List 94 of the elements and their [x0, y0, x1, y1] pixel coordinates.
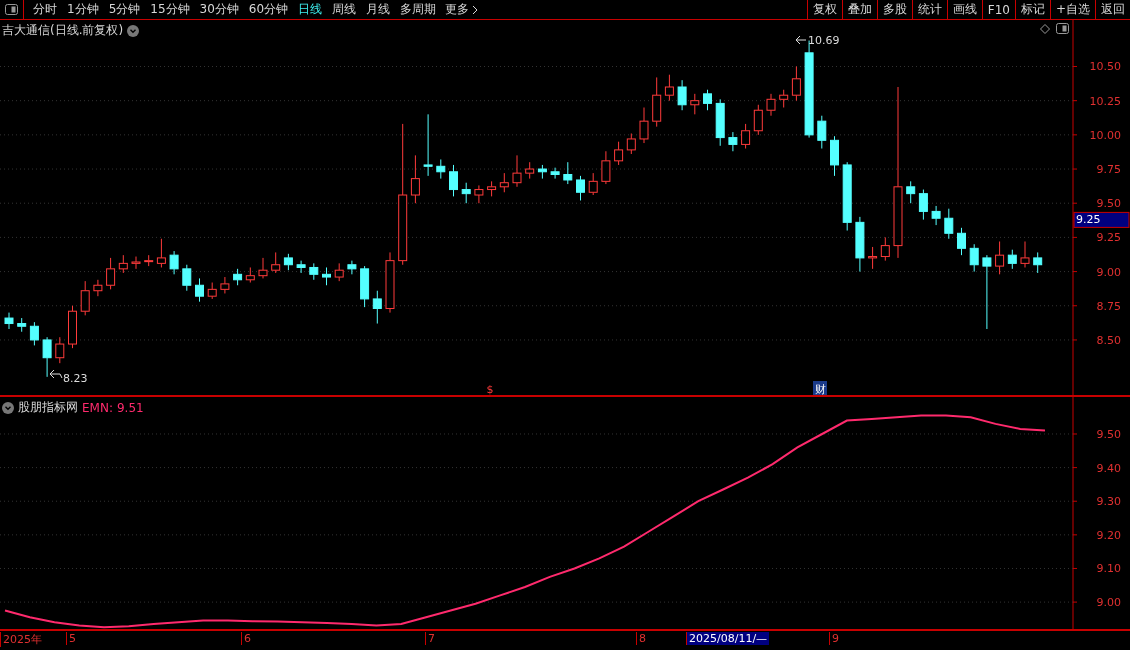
- candlestick: [258, 257, 268, 279]
- candlestick: [880, 236, 890, 262]
- period-tab[interactable]: 周线: [327, 1, 362, 18]
- candlestick: [1033, 251, 1043, 274]
- indicator-name: 股朋指标网: [18, 399, 78, 416]
- price-axis-label: 9.75: [1096, 163, 1121, 177]
- price-axis-label: 9.00: [1096, 265, 1121, 279]
- candlestick: [779, 89, 789, 109]
- candlestick: [791, 65, 801, 102]
- period-tab[interactable]: 1分钟: [62, 1, 104, 18]
- candlestick: [1020, 241, 1030, 268]
- price-axis-label: 8.75: [1096, 299, 1121, 313]
- dividend-marker[interactable]: $: [486, 383, 494, 396]
- candlestick: [131, 256, 141, 270]
- period-tab[interactable]: 月线: [361, 1, 396, 18]
- candlestick: [296, 260, 306, 274]
- panel-toggle-icon[interactable]: [1056, 23, 1069, 34]
- period-tab[interactable]: 15分钟: [145, 1, 195, 18]
- candlestick: [931, 205, 941, 226]
- more-button[interactable]: 更多: [441, 1, 483, 18]
- candlestick: [512, 154, 522, 188]
- candlestick: [677, 79, 687, 111]
- date-axis-label: 7: [425, 632, 437, 645]
- candlestick: [474, 184, 484, 204]
- candlestick: [830, 135, 839, 177]
- high-price-label: 10.69: [795, 34, 840, 47]
- candlestick: [715, 98, 725, 147]
- candlestick: [664, 74, 674, 102]
- candlestick: [906, 180, 916, 204]
- candlestick: [233, 268, 243, 286]
- candlestick: [309, 262, 319, 281]
- candlestick: [652, 76, 662, 128]
- stock-title: 吉大通信(日线.前复权): [2, 22, 124, 39]
- candlestick: [245, 266, 255, 284]
- candlestick: [868, 246, 878, 270]
- chevron-right-icon: [472, 4, 479, 15]
- candlestick: [817, 115, 827, 150]
- candlestick: [220, 276, 230, 294]
- candlestick: [423, 113, 433, 177]
- low-price-label: 8.23: [49, 369, 88, 385]
- chevron-down-icon[interactable]: [2, 401, 14, 414]
- current-price-tag: 9.25: [1073, 211, 1130, 228]
- candlestick: [969, 243, 979, 273]
- price-axis-label: 10.50: [1089, 60, 1121, 74]
- candlestick: [436, 158, 446, 180]
- candlestick: [347, 260, 357, 275]
- candlestick: [499, 172, 509, 193]
- indicator-axis-label: 9.50: [1096, 428, 1121, 441]
- chevron-down-icon[interactable]: [127, 24, 140, 37]
- indicator-axis-label: 9.30: [1096, 495, 1121, 509]
- candlestick: [753, 104, 763, 136]
- candlestick: [398, 123, 408, 266]
- candlestick: [728, 131, 738, 152]
- price-axis-label: 9.50: [1096, 197, 1121, 211]
- candlestick: [601, 150, 611, 185]
- date-axis-label: 8: [636, 632, 648, 645]
- report-marker[interactable]: 财: [813, 381, 827, 396]
- candlestick: [766, 93, 776, 117]
- price-axis-label: 8.50: [1096, 333, 1121, 347]
- period-tab[interactable]: 30分钟: [194, 1, 244, 18]
- period-tab[interactable]: 日线: [293, 1, 328, 18]
- date-axis-label: 9: [829, 632, 841, 645]
- period-tab[interactable]: 60分钟: [243, 1, 294, 18]
- candlestick: [4, 312, 14, 330]
- candlestick: [385, 251, 395, 314]
- candlestick: [944, 208, 954, 240]
- date-axis-label: 2025/08/11/—: [686, 632, 770, 645]
- candlestick: [893, 86, 903, 259]
- candlestick: [17, 317, 27, 333]
- date-axis-label: 5: [66, 632, 78, 645]
- indicator-axis-label: 9.40: [1096, 461, 1121, 475]
- indicator-axis-label: 9.10: [1096, 562, 1121, 576]
- candlestick: [1007, 249, 1017, 270]
- price-axis-label: 9.25: [1096, 231, 1121, 245]
- date-axis-label: 2025年: [0, 632, 44, 647]
- candlestick: [855, 216, 865, 273]
- series-name: EMN:: [82, 400, 113, 415]
- period-tab[interactable]: 多周期: [395, 1, 442, 18]
- candlestick: [982, 254, 992, 330]
- candlestick: [550, 167, 560, 180]
- period-tab[interactable]: 分时: [28, 1, 62, 18]
- indicator-reading: 9.51: [116, 400, 144, 415]
- candlestick: [93, 279, 103, 297]
- date-axis-label: 6: [241, 632, 253, 645]
- panel-toggle-icon[interactable]: [5, 4, 18, 15]
- indicator-axis-label: 9.20: [1096, 528, 1121, 542]
- candlestick: [639, 107, 649, 144]
- price-axis-label: 10.25: [1089, 94, 1121, 108]
- candlestick: [118, 254, 128, 274]
- candlestick: [169, 250, 179, 275]
- price-axis-label: 10.00: [1089, 128, 1121, 142]
- indicator-axis-label: 9.00: [1096, 596, 1121, 610]
- candlestick: [195, 277, 204, 303]
- period-tab[interactable]: 5分钟: [103, 1, 146, 18]
